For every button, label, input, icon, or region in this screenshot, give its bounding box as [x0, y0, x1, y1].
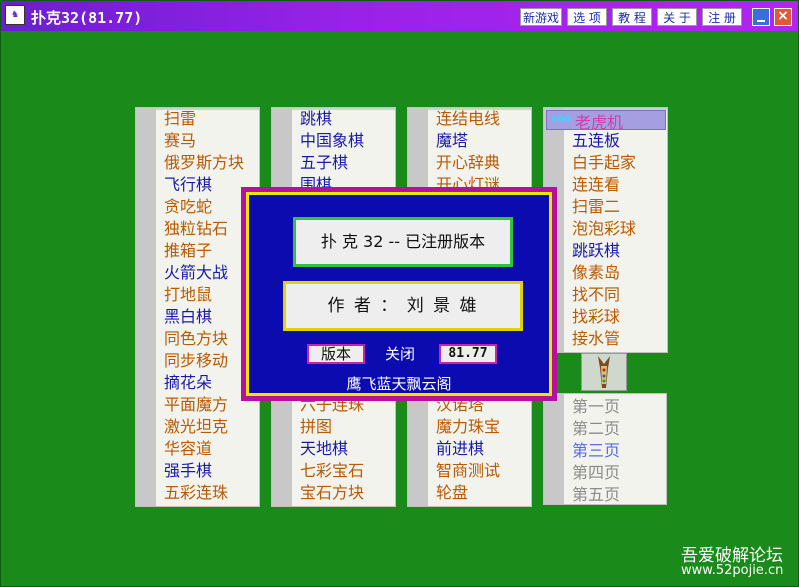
- game-item[interactable]: 接水管: [572, 328, 620, 350]
- game-item[interactable]: 魔塔: [436, 130, 468, 152]
- page-item[interactable]: 第一页: [572, 396, 620, 418]
- close-icon[interactable]: ×: [774, 8, 792, 26]
- game-item[interactable]: 五彩连珠: [164, 482, 228, 504]
- minimize-icon[interactable]: [752, 8, 770, 26]
- game-item[interactable]: 找彩球: [572, 306, 620, 328]
- tutorial-button[interactable]: 教 程: [612, 8, 652, 26]
- page-item[interactable]: 第五页: [572, 484, 620, 506]
- game-item[interactable]: 摘花朵: [164, 372, 212, 394]
- game-item[interactable]: 拼图: [300, 416, 332, 438]
- version-button[interactable]: 版本: [307, 344, 365, 364]
- panel-strip: [136, 108, 156, 506]
- game-item[interactable]: 七彩宝石: [300, 460, 364, 482]
- watermark-url: www.52pojie.cn: [681, 563, 784, 578]
- game-item[interactable]: 强手棋: [164, 460, 212, 482]
- game-item[interactable]: 找不同: [572, 284, 620, 306]
- game-item[interactable]: 推箱子: [164, 240, 212, 262]
- selected-game-badge: 100: [550, 114, 571, 125]
- game-item[interactable]: 连连看: [572, 174, 620, 196]
- game-item[interactable]: 泡泡彩球: [572, 218, 636, 240]
- game-item[interactable]: 赛马: [164, 130, 196, 152]
- game-item[interactable]: 轮盘: [436, 482, 468, 504]
- about-button[interactable]: 关 于: [657, 8, 697, 26]
- page-selector: 第一页 第二页 第三页 第四页 第五页: [543, 393, 667, 505]
- game-item[interactable]: 激光坦克: [164, 416, 228, 438]
- game-item[interactable]: 飞行棋: [164, 174, 212, 196]
- game-item[interactable]: 平面魔方: [164, 394, 228, 416]
- panel-strip: [544, 394, 564, 504]
- page-item[interactable]: 第四页: [572, 462, 620, 484]
- game-item[interactable]: 华容道: [164, 438, 212, 460]
- game-item[interactable]: 扫雷二: [572, 196, 620, 218]
- game-item[interactable]: 五子棋: [300, 152, 348, 174]
- window-title: 扑克32(81.77): [31, 9, 143, 27]
- game-item[interactable]: 天地棋: [300, 438, 348, 460]
- game-item[interactable]: 扫雷: [164, 108, 196, 130]
- game-item[interactable]: 跳棋: [300, 108, 332, 130]
- title-bar[interactable]: ♞ 扑克32(81.77) 新游戏 选 项 教 程 关 于 注 册 ×: [1, 1, 798, 31]
- app-icon[interactable]: ♞: [5, 5, 25, 25]
- app-window: ♞ 扑克32(81.77) 新游戏 选 项 教 程 关 于 注 册 × 扫雷 赛马…: [0, 0, 799, 587]
- game-item[interactable]: 智商测试: [436, 460, 500, 482]
- game-item[interactable]: 中国象棋: [300, 130, 364, 152]
- dialog-author: 作 者 ： 刘 景 雄: [283, 281, 523, 331]
- selected-game-item[interactable]: 100 老虎机: [546, 110, 666, 132]
- game-item[interactable]: 白手起家: [572, 152, 636, 174]
- game-item[interactable]: 五连板: [572, 130, 620, 152]
- dialog-title: 扑 克 32 -- 已注册版本: [293, 217, 513, 267]
- game-item[interactable]: 同色方块: [164, 328, 228, 350]
- game-item[interactable]: 魔力珠宝: [436, 416, 500, 438]
- mascot-image: [581, 353, 627, 391]
- version-value: 81.77: [439, 344, 497, 364]
- game-item[interactable]: 俄罗斯方块: [164, 152, 244, 174]
- dialog-frame: 扑 克 32 -- 已注册版本 作 者 ： 刘 景 雄 版本 关闭 81.77 …: [246, 192, 552, 396]
- options-button[interactable]: 选 项: [567, 8, 607, 26]
- game-item[interactable]: 跳跃棋: [572, 240, 620, 262]
- dialog-body: 扑 克 32 -- 已注册版本 作 者 ： 刘 景 雄 版本 关闭 81.77 …: [249, 195, 549, 393]
- game-item[interactable]: 前进棋: [436, 438, 484, 460]
- game-item[interactable]: 像素岛: [572, 262, 620, 284]
- page-item[interactable]: 第三页: [572, 440, 620, 462]
- game-item[interactable]: 开心辞典: [436, 152, 500, 174]
- game-list-panel-4: 100 老虎机 五连板 白手起家 连连看 扫雷二 泡泡彩球 跳跃棋 像素岛 找不同 找彩球 接水管: [543, 107, 668, 353]
- page-item[interactable]: 第二页: [572, 418, 620, 440]
- game-item[interactable]: 火箭大战: [164, 262, 228, 284]
- game-item[interactable]: 同步移动: [164, 350, 228, 372]
- game-item[interactable]: 连结电线: [436, 108, 500, 130]
- dialog-close-button[interactable]: 关闭: [385, 344, 415, 364]
- register-button[interactable]: 注 册: [702, 8, 742, 26]
- game-item[interactable]: 打地鼠: [164, 284, 212, 306]
- game-item[interactable]: 宝石方块: [300, 482, 364, 504]
- game-item[interactable]: 黑白棋: [164, 306, 212, 328]
- dialog-credit: 鹰飞蓝天飘云阁: [346, 375, 452, 393]
- game-item[interactable]: 独粒钻石: [164, 218, 228, 240]
- about-dialog: 扑 克 32 -- 已注册版本 作 者 ： 刘 景 雄 版本 关闭 81.77 …: [241, 187, 557, 401]
- game-item[interactable]: 贪吃蛇: [164, 196, 212, 218]
- new-game-button[interactable]: 新游戏: [520, 8, 562, 26]
